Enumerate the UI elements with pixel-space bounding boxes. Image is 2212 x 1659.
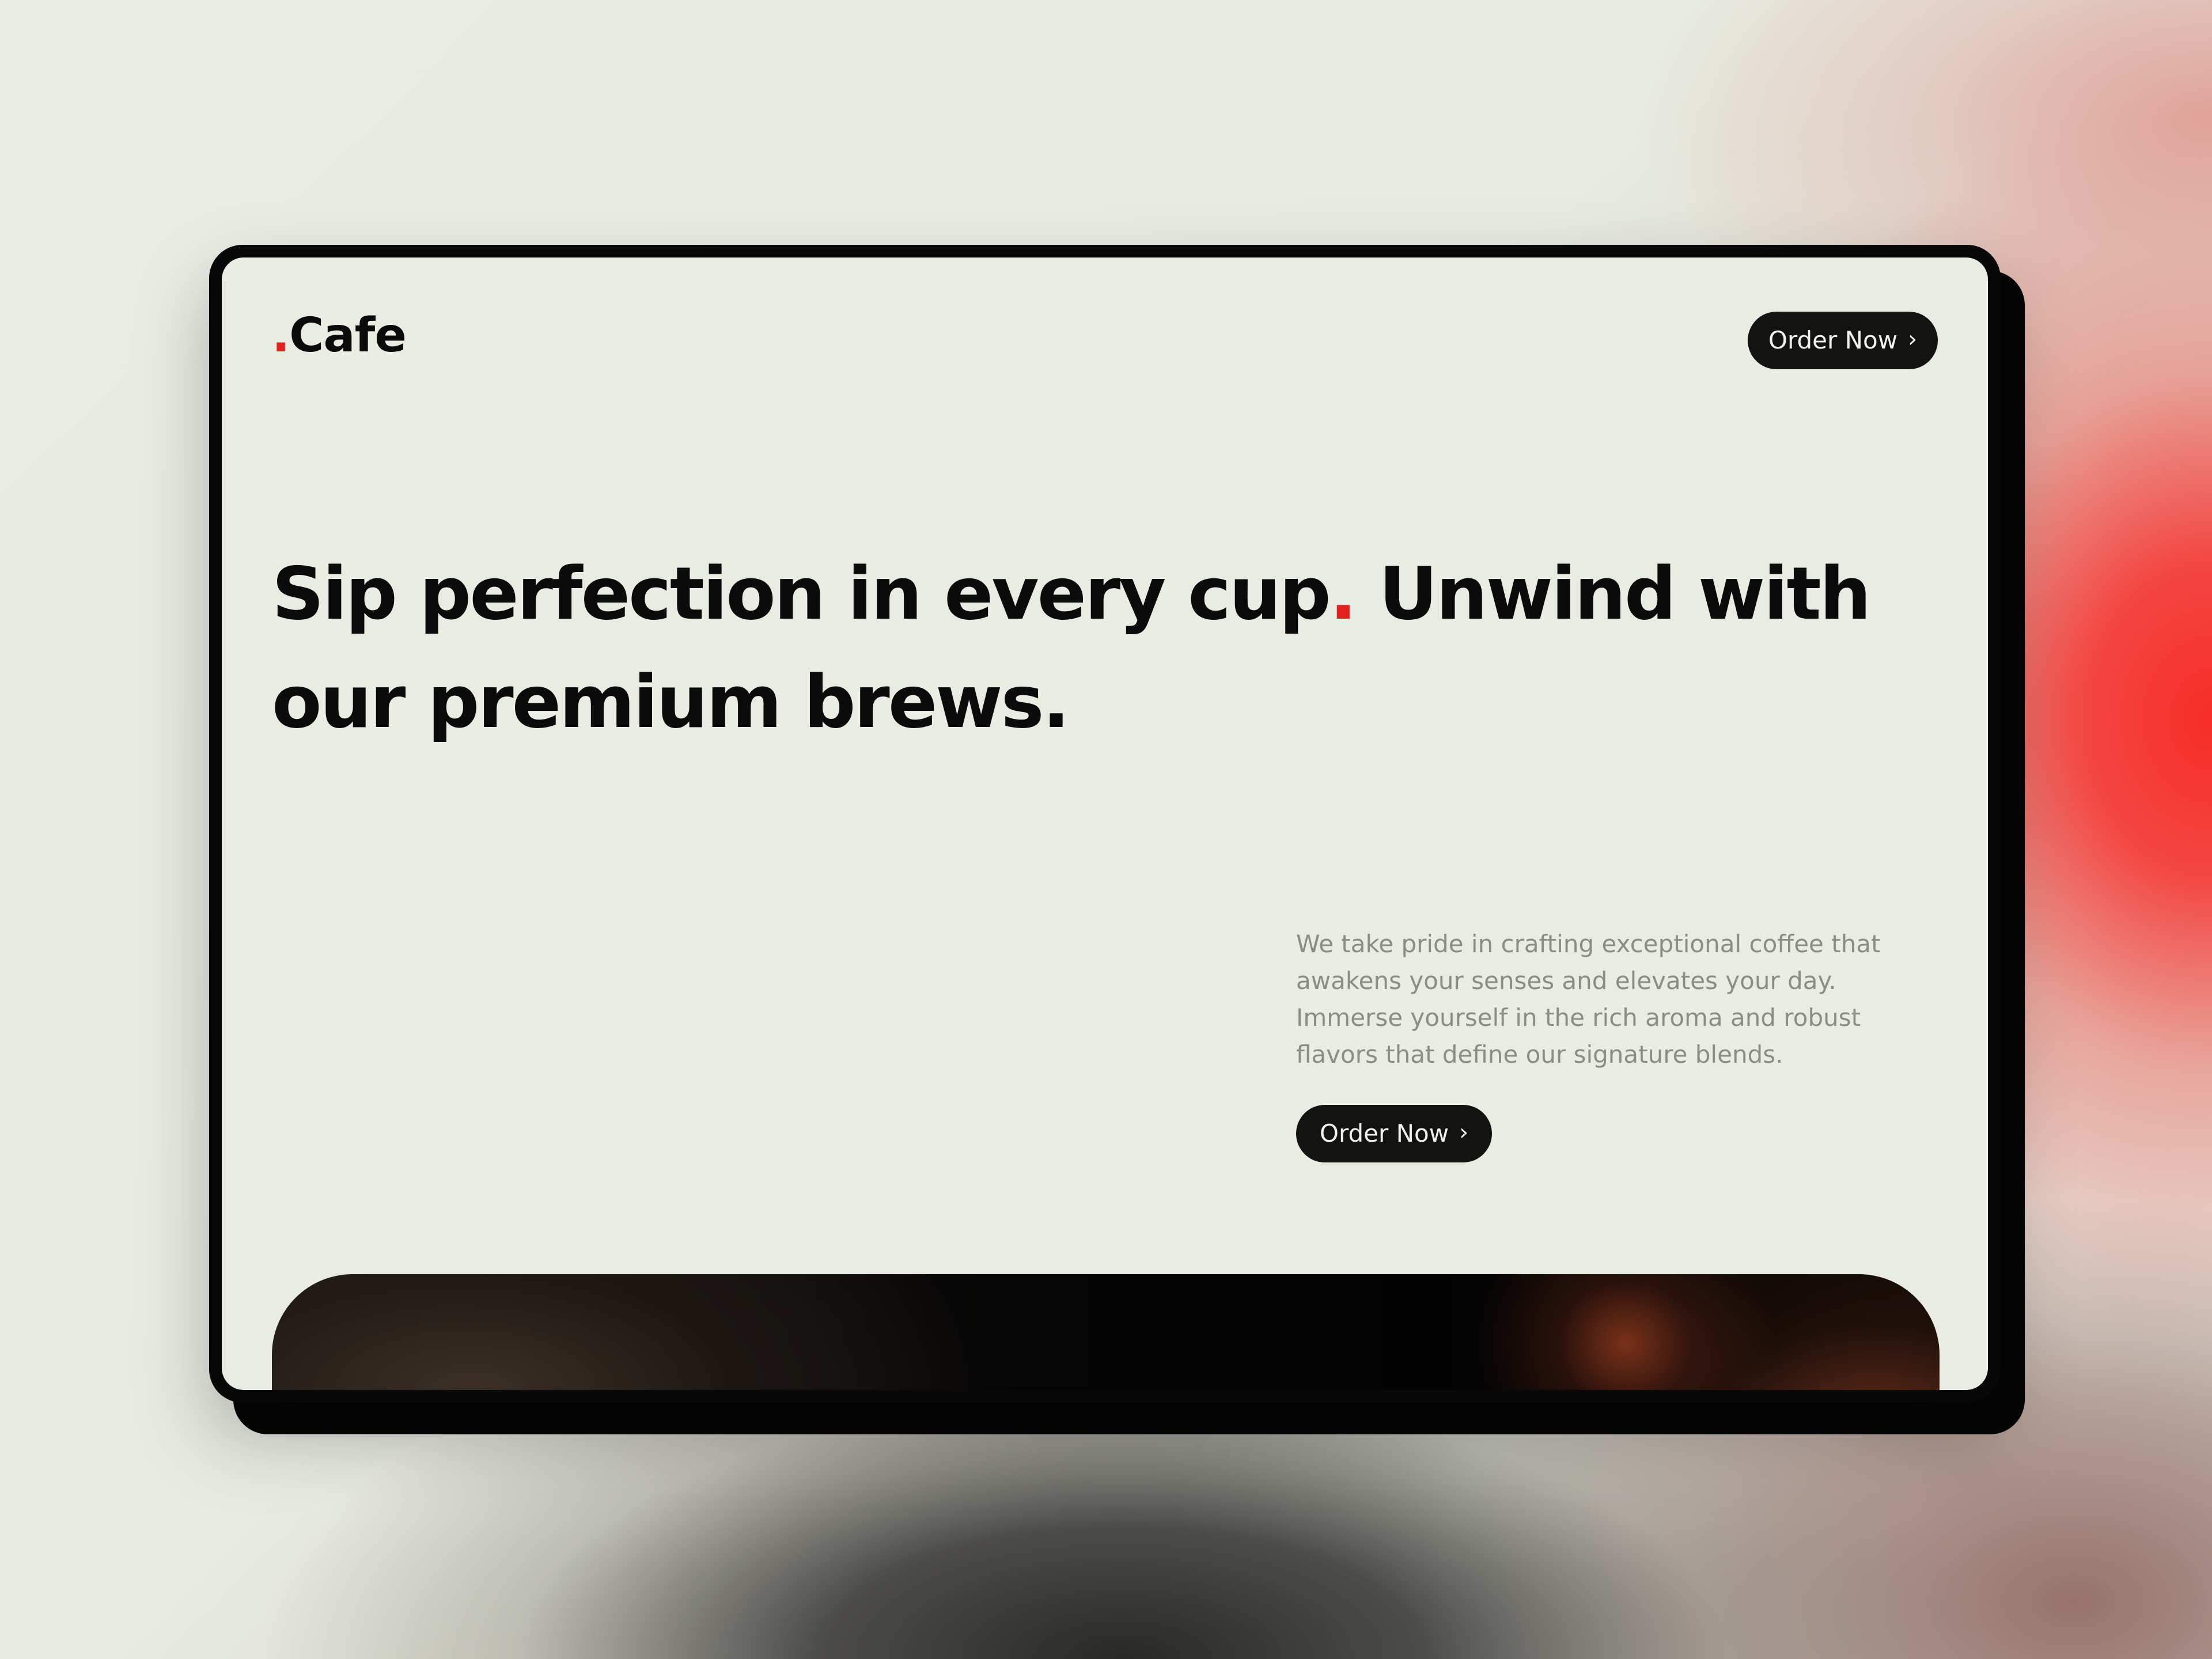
browser-frame: .Cafe Order Now › Sip perfection in ever… bbox=[209, 245, 2001, 1403]
landing-page: .Cafe Order Now › Sip perfection in ever… bbox=[222, 257, 1988, 1390]
order-now-label: Order Now bbox=[1768, 326, 1898, 354]
logo-text: Cafe bbox=[289, 308, 407, 363]
chevron-right-icon: › bbox=[1459, 1119, 1469, 1146]
headline-part-1: Sip perfection in every cup bbox=[272, 551, 1331, 636]
headline-dot: . bbox=[1329, 551, 1357, 636]
hero-description: We take pride in crafting exceptional co… bbox=[1296, 930, 1881, 1069]
cta-label: Order Now bbox=[1319, 1119, 1449, 1147]
order-now-button-header[interactable]: Order Now › bbox=[1748, 312, 1938, 369]
hero-headline: Sip perfection in every cup. Unwind with… bbox=[272, 540, 1942, 756]
order-now-button-cta[interactable]: Order Now › bbox=[1296, 1105, 1492, 1162]
chevron-right-icon: › bbox=[1908, 326, 1918, 353]
coffee-hero-image bbox=[272, 1274, 1940, 1390]
logo[interactable]: .Cafe bbox=[272, 312, 407, 359]
logo-dot: . bbox=[272, 308, 290, 363]
